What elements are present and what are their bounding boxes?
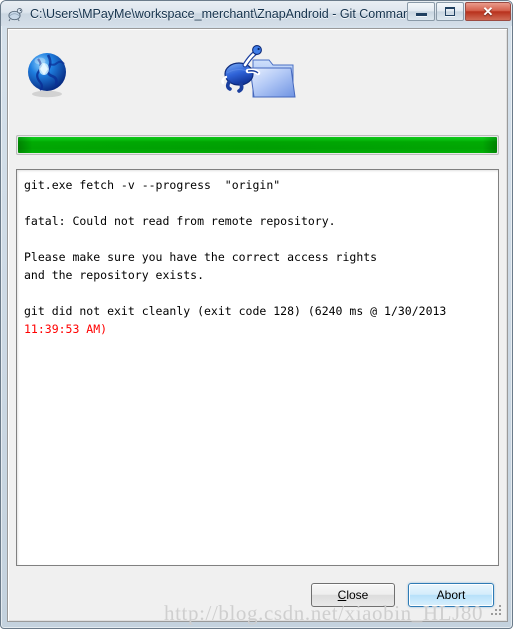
git-output-log[interactable]: git.exe fetch -v --progress "origin" fata… [16,169,499,566]
maximize-icon [437,3,463,20]
close-icon: ✕ [482,3,494,19]
dialog-client-area: git.exe fetch -v --progress "origin" fata… [7,28,508,622]
log-line-error: 11:39:53 AM) [24,322,108,336]
log-text: git.exe fetch -v --progress "origin" fata… [24,176,492,338]
log-line: Please make sure you have the correct ac… [24,250,378,264]
tortoisegit-turtle-icon [6,5,24,23]
title-bar[interactable]: C:\Users\MPayMe\workspace_merchant\ZnapA… [1,1,512,26]
minimize-button[interactable] [407,2,435,21]
resize-grip[interactable] [490,604,503,617]
log-line: git did not exit cleanly (exit code 128)… [24,304,447,318]
maximize-button[interactable] [436,2,464,21]
window-title: C:\Users\MPayMe\workspace_merchant\ZnapA… [30,6,421,21]
close-window-button[interactable]: ✕ [465,2,511,21]
close-button[interactable]: Close [311,583,395,607]
log-line: git.exe fetch -v --progress "origin" [24,178,281,192]
log-line: fatal: Could not read from remote reposi… [24,214,336,228]
close-button-label: Close [337,588,369,602]
log-line: and the repository exists. [24,268,205,282]
progress-bar-fill [18,137,497,153]
caption-button-group: ✕ [406,2,511,21]
progress-bar [16,135,499,155]
minimize-icon [408,3,434,20]
icon-banner [8,29,507,124]
abort-button-label: Abort [436,588,466,602]
abort-button[interactable]: Abort [408,583,494,607]
git-command-progress-window: C:\Users\MPayMe\workspace_merchant\ZnapA… [0,0,513,629]
turtle-pushing-folder-icon [217,39,299,111]
blue-globe-icon [22,49,72,99]
